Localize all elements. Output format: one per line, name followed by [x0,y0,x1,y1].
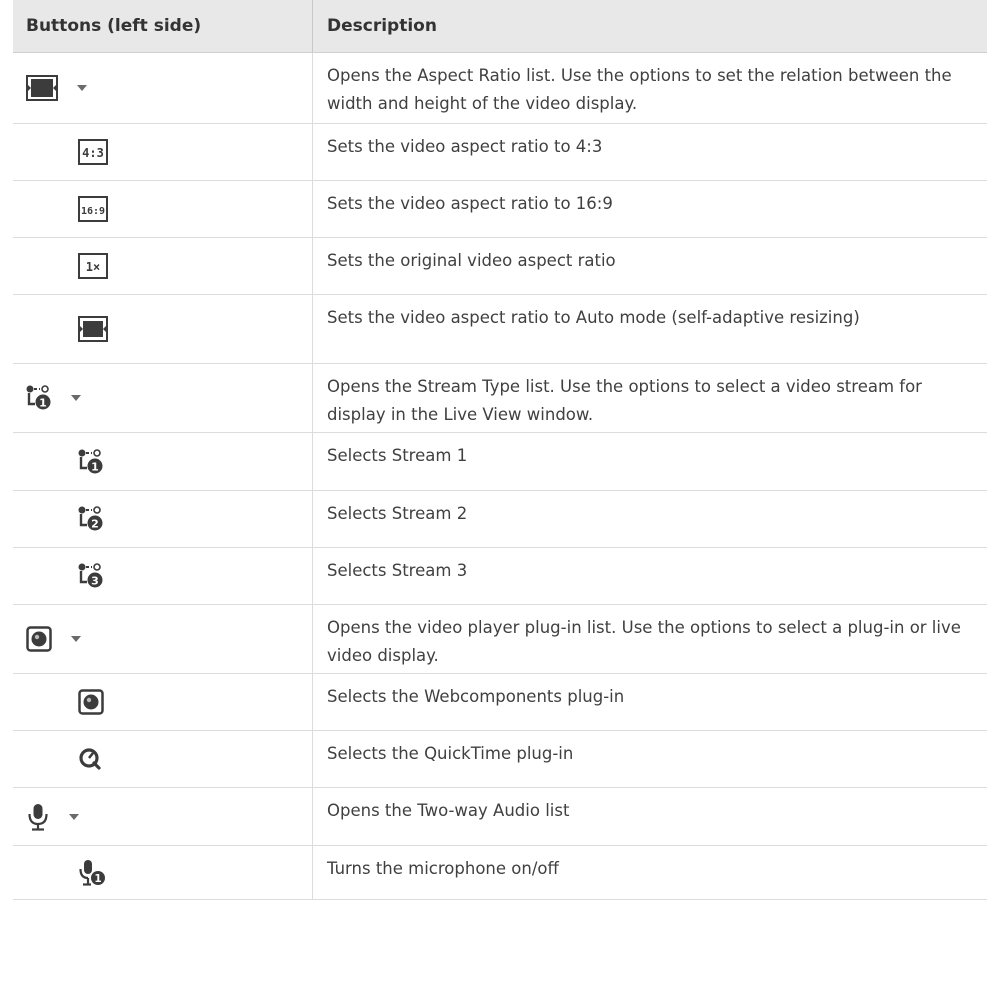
description-cell: Selects the QuickTime plug-in [327,744,574,763]
button-cell [13,295,313,363]
button-cell [13,788,313,845]
table-row: 16:9 Sets the video aspect ratio to 16:9 [13,181,987,238]
webcomponents-plugin-button[interactable] [78,689,104,715]
button-cell: 4:3 [13,124,313,180]
svg-text:1: 1 [91,460,99,473]
table-row: 1 Turns the microphone on/off [13,846,987,900]
ratio-auto-button[interactable] [78,316,108,342]
description-cell: Sets the video aspect ratio to 4:3 [327,137,603,156]
caret-down-icon[interactable] [70,394,82,402]
header-description-column: Description [327,16,437,36]
svg-text:1: 1 [39,397,47,410]
stream-type-icon: 1 [26,385,52,411]
description-cell: Opens the Aspect Ratio list. Use the opt… [327,66,952,113]
description-cell: Selects Stream 2 [327,504,468,523]
table-row: Opens the video player plug-in list. Use… [13,605,987,674]
microphone-toggle-button[interactable]: 1 [78,859,106,887]
stream-3-icon: 3 [78,563,104,589]
caret-down-icon[interactable] [76,84,88,92]
svg-text:4:3: 4:3 [82,146,104,160]
button-cell [13,731,313,787]
stream-type-button[interactable]: 1 [26,385,82,411]
description-cell: Sets the video aspect ratio to 16:9 [327,194,613,213]
svg-text:1×: 1× [86,260,100,274]
button-cell: 16:9 [13,181,313,237]
aspect-ratio-button[interactable] [26,75,88,101]
video-plugin-button[interactable] [26,626,82,652]
stream-3-button[interactable]: 3 [78,563,104,589]
table-row: 1 Opens the Stream Type list. Use the opt… [13,364,987,433]
button-cell: 3 [13,548,313,604]
svg-text:2: 2 [91,518,99,531]
webcomponents-plugin-icon [78,689,104,715]
table-body: Opens the Aspect Ratio list. Use the opt… [13,53,987,900]
description-cell: Opens the video player plug-in list. Use… [327,618,961,665]
description-cell: Opens the Stream Type list. Use the opti… [327,377,922,424]
caret-down-icon[interactable] [70,635,82,643]
table-row: Selects the Webcomponents plug-in [13,674,987,731]
quicktime-plugin-icon [78,747,102,771]
microphone-icon [26,803,50,831]
stream-2-icon: 2 [78,506,104,532]
table-row: Opens the Aspect Ratio list. Use the opt… [13,53,987,124]
table-header: Buttons (left side) Description [13,0,987,53]
table-row: 1 Selects Stream 1 [13,433,987,491]
table-row: Selects the QuickTime plug-in [13,731,987,788]
stream-1-icon: 1 [78,448,104,475]
button-cell [13,605,313,673]
table-row: 4:3 Sets the video aspect ratio to 4:3 [13,124,987,181]
button-cell: 1 [13,433,313,490]
microphone-toggle-icon: 1 [78,859,106,887]
description-cell: Sets the video aspect ratio to Auto mode… [327,308,860,327]
ratio-16-9-button[interactable]: 16:9 [78,196,108,222]
quicktime-plugin-button[interactable] [78,747,102,771]
stream-2-button[interactable]: 2 [78,506,104,532]
description-cell: Selects Stream 1 [327,446,468,465]
header-buttons-column: Buttons (left side) [13,0,313,52]
video-plugin-icon [26,626,52,652]
table-row: Sets the video aspect ratio to Auto mode… [13,295,987,364]
description-cell: Opens the Two-way Audio list [327,801,570,820]
button-cell: 2 [13,491,313,547]
ratio-4-3-icon: 4:3 [78,139,108,165]
table-row: Opens the Two-way Audio list [13,788,987,846]
aspect-ratio-icon [26,75,58,101]
ratio-16-9-icon: 16:9 [78,196,108,222]
description-cell: Selects the Webcomponents plug-in [327,687,625,706]
table-row: 2 Selects Stream 2 [13,491,987,548]
svg-text:3: 3 [91,575,99,588]
ratio-4-3-button[interactable]: 4:3 [78,139,108,165]
svg-text:1: 1 [94,873,101,885]
svg-text:16:9: 16:9 [81,206,105,217]
button-reference-table: Buttons (left side) Description Opens th… [13,0,987,900]
microphone-button[interactable] [26,803,80,831]
caret-down-icon[interactable] [68,813,80,821]
button-cell: 1 [13,846,313,899]
button-cell: 1× [13,238,313,294]
button-cell [13,53,313,123]
table-row: 1× Sets the original video aspect ratio [13,238,987,295]
description-cell: Selects Stream 3 [327,561,468,580]
ratio-auto-icon [78,316,108,342]
table-row: 3 Selects Stream 3 [13,548,987,605]
description-cell: Turns the microphone on/off [327,859,559,878]
ratio-original-button[interactable]: 1× [78,253,108,279]
description-cell: Sets the original video aspect ratio [327,251,616,270]
ratio-original-icon: 1× [78,253,108,279]
button-cell [13,674,313,730]
button-cell: 1 [13,364,313,432]
stream-1-button[interactable]: 1 [78,448,104,475]
